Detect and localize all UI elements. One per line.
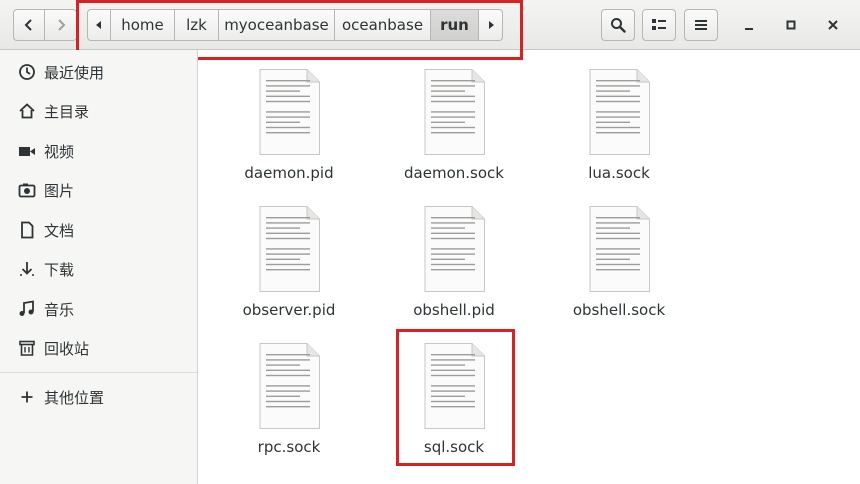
sidebar-item-label: 下载	[44, 260, 75, 279]
file-name: obshell.pid	[413, 301, 495, 319]
clock-icon	[16, 61, 38, 83]
file-name: observer.pid	[242, 301, 336, 319]
triangle-right-icon	[488, 21, 494, 29]
sidebar-item-label: 其他位置	[44, 388, 105, 407]
nav-button-group	[13, 9, 77, 41]
close-icon	[828, 20, 838, 30]
breadcrumb-lzk[interactable]: lzk	[175, 9, 219, 41]
sidebar-item-documents[interactable]: 文档	[0, 212, 197, 248]
file-item[interactable]: rpc.sock	[214, 342, 364, 472]
sidebar-item-label: 文档	[44, 221, 75, 240]
sidebar-item-label: 回收站	[44, 339, 90, 358]
minimize-button[interactable]	[736, 12, 762, 38]
file-item[interactable]: lua.sock	[544, 68, 694, 198]
text-document-icon	[424, 206, 485, 292]
camera-icon	[16, 179, 38, 201]
search-button[interactable]	[601, 9, 635, 41]
text-document-icon	[259, 206, 320, 292]
forward-button[interactable]	[45, 9, 77, 41]
minimize-icon	[745, 28, 753, 30]
sidebar-item-recent[interactable]: 最近使用	[0, 54, 197, 90]
sidebar-item-downloads[interactable]: 下载	[0, 251, 197, 287]
file-item[interactable]: observer.pid	[214, 205, 364, 335]
sidebar: 最近使用 主目录 视频 图片 文档 下载 音乐 回收站 其他位置	[0, 50, 198, 484]
sidebar-item-label: 主目录	[44, 102, 90, 121]
sidebar-item-trash[interactable]: 回收站	[0, 330, 197, 366]
breadcrumb-home[interactable]: home	[111, 9, 175, 41]
sidebar-item-label: 最近使用	[44, 63, 105, 82]
music-icon	[16, 298, 38, 320]
sidebar-separator	[0, 372, 197, 373]
text-document-icon	[589, 69, 650, 155]
hamburger-menu-icon	[695, 20, 707, 30]
maximize-icon	[786, 20, 796, 30]
sidebar-item-other-locations[interactable]: 其他位置	[0, 379, 197, 415]
maximize-button[interactable]	[778, 12, 804, 38]
sidebar-item-home[interactable]: 主目录	[0, 93, 197, 129]
file-name: daemon.sock	[404, 164, 504, 182]
sidebar-item-label: 音乐	[44, 300, 75, 319]
chevron-left-icon	[24, 19, 32, 31]
path-scroll-left-button[interactable]	[87, 9, 111, 41]
file-item[interactable]: daemon.sock	[379, 68, 529, 198]
sidebar-item-pictures[interactable]: 图片	[0, 172, 197, 208]
plus-icon	[16, 386, 38, 408]
file-item[interactable]: daemon.pid	[214, 68, 364, 198]
file-name: lua.sock	[588, 164, 650, 182]
text-document-icon	[259, 343, 320, 429]
path-scroll-right-button[interactable]	[479, 9, 503, 41]
close-button[interactable]	[820, 12, 846, 38]
breadcrumb-myoceanbase[interactable]: myoceanbase	[219, 9, 335, 41]
text-document-icon	[424, 343, 485, 429]
file-item[interactable]: obshell.sock	[544, 205, 694, 335]
text-document-icon	[259, 69, 320, 155]
sidebar-item-label: 视频	[44, 142, 75, 161]
breadcrumb: home lzk myoceanbase oceanbase run	[87, 9, 503, 41]
file-name: daemon.pid	[244, 164, 334, 182]
file-item[interactable]: obshell.pid	[379, 205, 529, 335]
breadcrumb-oceanbase[interactable]: oceanbase	[335, 9, 431, 41]
trash-icon	[16, 337, 38, 359]
video-icon	[16, 140, 38, 162]
search-icon	[611, 18, 626, 33]
header-bar: home lzk myoceanbase oceanbase run	[0, 0, 860, 50]
file-name: rpc.sock	[257, 438, 321, 456]
triangle-left-icon	[96, 21, 101, 29]
document-icon	[16, 219, 38, 241]
file-name: obshell.sock	[572, 301, 666, 319]
sidebar-item-videos[interactable]: 视频	[0, 133, 197, 169]
chevron-right-icon	[57, 19, 65, 31]
text-document-icon	[589, 206, 650, 292]
download-icon	[16, 258, 38, 280]
view-toggle-button[interactable]	[642, 9, 676, 41]
file-item[interactable]: sql.sock	[379, 342, 529, 472]
list-view-icon	[652, 19, 666, 30]
sidebar-item-music[interactable]: 音乐	[0, 291, 197, 327]
breadcrumb-run[interactable]: run	[431, 9, 479, 41]
menu-button[interactable]	[684, 9, 718, 41]
back-button[interactable]	[13, 9, 45, 41]
sidebar-item-label: 图片	[44, 181, 75, 200]
home-icon	[16, 100, 38, 122]
file-name: sql.sock	[423, 438, 485, 456]
text-document-icon	[424, 69, 485, 155]
